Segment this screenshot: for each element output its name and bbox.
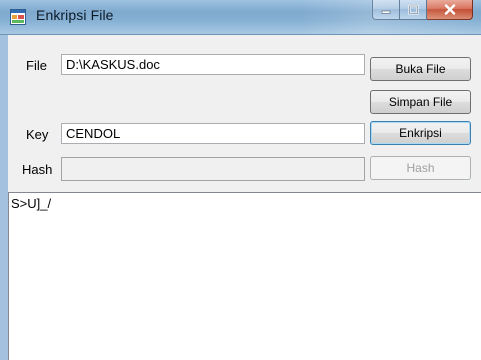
- maximize-icon: [408, 0, 419, 19]
- minimize-button[interactable]: [372, 0, 400, 20]
- windows-form-icon[interactable]: [10, 9, 26, 25]
- hash-button: Hash: [370, 156, 471, 180]
- save-file-button[interactable]: Simpan File: [370, 90, 471, 114]
- window-title: Enkripsi File: [36, 7, 114, 23]
- hash-input: [61, 157, 365, 181]
- output-textarea[interactable]: S>U]_/: [8, 192, 481, 360]
- open-file-button[interactable]: Buka File: [370, 57, 471, 81]
- caption-buttons: [372, 0, 473, 21]
- hash-label: Hash: [22, 162, 53, 177]
- file-path-input[interactable]: D:\KASKUS.doc: [61, 54, 365, 75]
- maximize-button[interactable]: [400, 0, 427, 20]
- file-label: File: [26, 58, 47, 73]
- title-bar[interactable]: Enkripsi File: [0, 0, 481, 35]
- form-client-area: File D:\KASKUS.doc Buka File Simpan File…: [0, 35, 481, 360]
- key-label: Key: [26, 127, 49, 142]
- encrypt-button[interactable]: Enkripsi: [370, 121, 471, 145]
- minimize-icon: [381, 0, 391, 19]
- key-input[interactable]: CENDOL: [61, 123, 365, 144]
- app-window: Enkripsi File File D:\KASKUS.doc Buka Fi…: [0, 0, 481, 360]
- close-icon: [444, 0, 456, 19]
- close-button[interactable]: [427, 0, 473, 20]
